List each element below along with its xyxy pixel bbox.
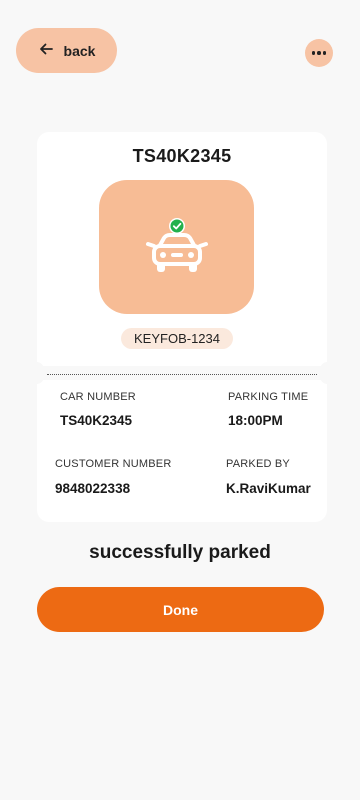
car-illustration — [99, 180, 254, 314]
more-dot — [317, 51, 321, 55]
parked-by-value: K.RaviKumar — [226, 481, 311, 496]
more-dot — [311, 51, 316, 55]
customer-number-value: 9848022338 — [55, 481, 131, 496]
customer-number-label: CUSTOMER NUMBER — [55, 458, 172, 470]
back-button[interactable]: back — [16, 28, 117, 73]
car-number-label: CAR NUMBER — [60, 391, 136, 403]
ticket-divider — [47, 374, 317, 375]
plate-title: TS40K2345 — [132, 146, 232, 166]
parking-time-value: 18:00PM — [228, 413, 283, 428]
back-label: back — [63, 42, 96, 59]
done-button[interactable]: Done — [37, 587, 324, 632]
more-dot — [322, 51, 327, 55]
parked-by-label: PARKED BY — [226, 458, 290, 470]
taxi-check-icon — [145, 218, 208, 272]
more-options-button[interactable] — [305, 39, 333, 67]
keyfob-badge: KEYFOB-1234 — [121, 328, 233, 349]
arrow-left-icon — [38, 41, 54, 60]
ticket-notch-right — [319, 362, 335, 384]
car-number-value: TS40K2345 — [60, 413, 133, 428]
ticket-notch-left — [29, 362, 45, 384]
parking-time-label: PARKING TIME — [228, 391, 309, 403]
status-message: successfully parked — [89, 542, 271, 563]
